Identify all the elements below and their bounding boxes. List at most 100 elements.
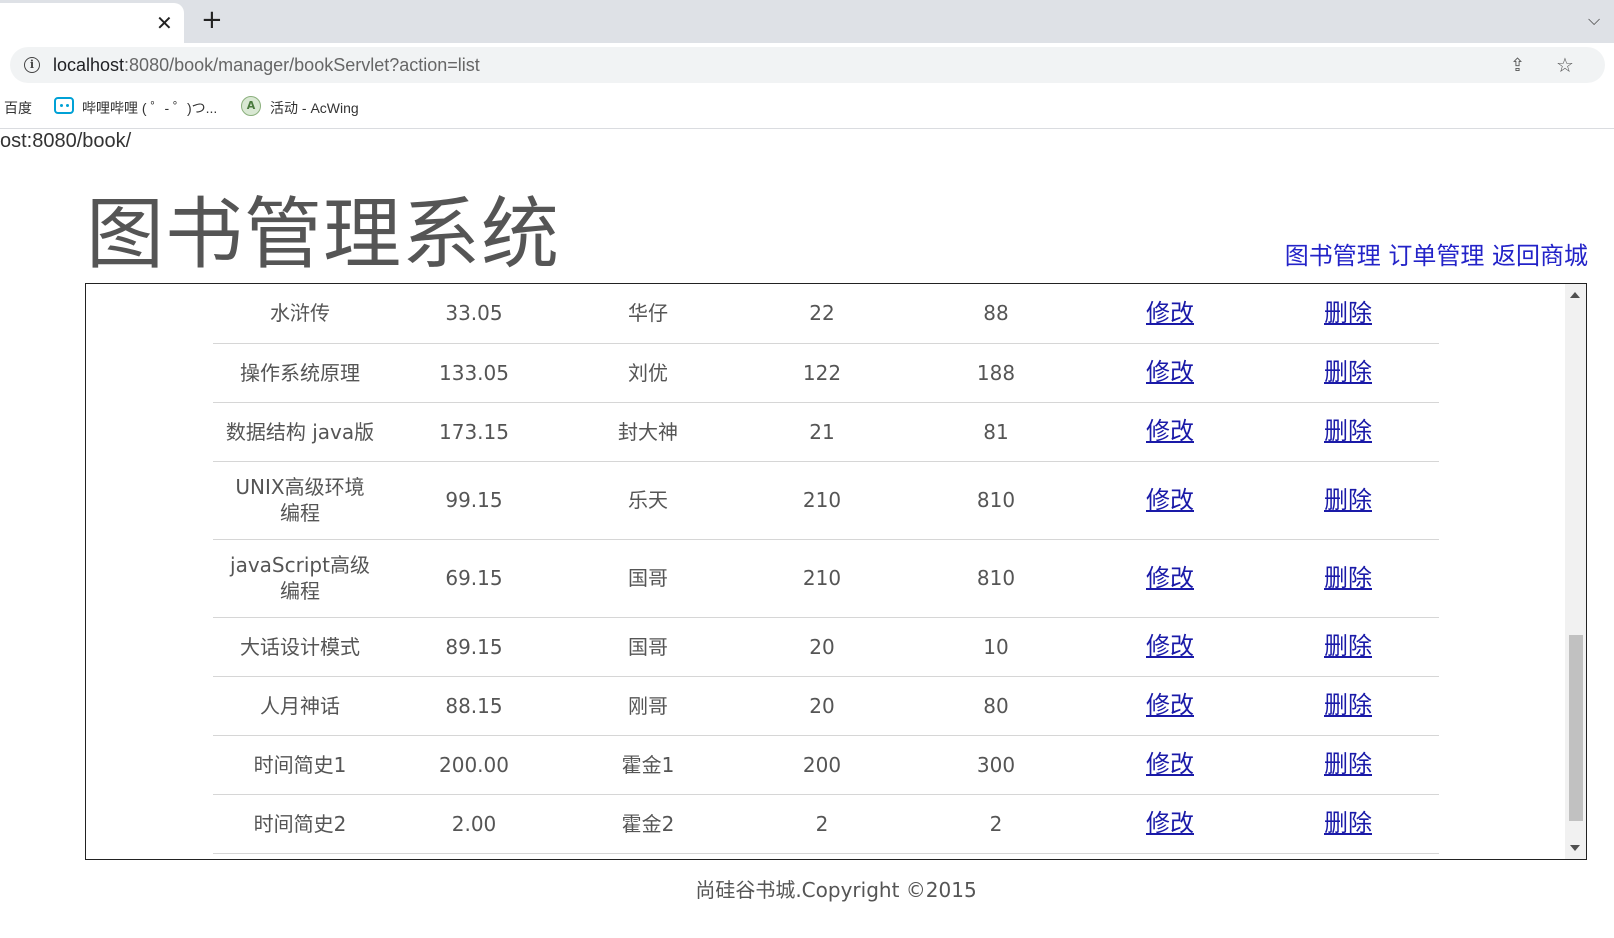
book-author-cell: 乐天 (561, 461, 735, 540)
delete-link[interactable]: 删除 (1324, 486, 1372, 514)
book-stock: 80 (983, 693, 1009, 718)
close-tab-icon[interactable]: ✕ (156, 12, 173, 34)
book-sales: 22 (809, 301, 835, 326)
edit-cell: 修改 (1083, 617, 1257, 677)
edit-link[interactable]: 修改 (1146, 417, 1194, 445)
book-author-cell: 霍金1 (561, 735, 735, 795)
book-sales: 20 (809, 634, 835, 659)
book-author: 封大神 (618, 419, 678, 444)
bilibili-icon (54, 97, 74, 114)
table-row: 操作系统原理 133.05 刘优 122 188 修改 删除 (213, 343, 1439, 403)
edit-link[interactable]: 修改 (1146, 486, 1194, 514)
delete-link[interactable]: 删除 (1324, 632, 1372, 660)
site-info-icon[interactable]: i (24, 57, 40, 73)
scroll-down-icon[interactable] (1570, 845, 1580, 851)
book-author-cell: 华仔 (561, 284, 735, 344)
bookmark-acwing[interactable]: 活动 - AcWing (270, 98, 359, 118)
delete-link[interactable]: 删除 (1324, 691, 1372, 719)
edit-cell: 修改 (1083, 794, 1257, 854)
table-row: 时间简史2 2.00 霍金2 2 2 修改 删除 (213, 794, 1439, 854)
book-name-cell: 大话设计模式 (213, 617, 387, 677)
book-stock-cell: 88 (909, 284, 1083, 344)
tab-strip: ✕ + ⌵ (0, 0, 1614, 43)
new-tab-icon[interactable]: + (201, 7, 223, 33)
book-stock: 810 (976, 488, 1016, 512)
book-author: 国哥 (628, 566, 668, 590)
delete-cell: 删除 (1257, 617, 1439, 677)
edit-link[interactable]: 修改 (1146, 632, 1194, 660)
book-author-cell: 刚哥 (561, 676, 735, 736)
table-row: 人月神话 88.15 刚哥 20 80 修改 删除 (213, 676, 1439, 736)
bookmark-star-icon[interactable]: ☆ (1556, 53, 1574, 77)
bookmark-baidu[interactable]: 百度 (4, 98, 32, 118)
table-scrollbar[interactable] (1565, 284, 1586, 859)
book-stock: 300 (976, 752, 1016, 777)
top-nav: 图书管理 订单管理 返回商城 (1285, 236, 1588, 271)
book-sales-cell: 210 (735, 461, 909, 540)
edit-link[interactable]: 修改 (1146, 750, 1194, 778)
edit-cell: 修改 (1083, 676, 1257, 736)
edit-link[interactable]: 修改 (1146, 809, 1194, 837)
book-sales: 210 (802, 488, 842, 512)
share-icon[interactable]: ⇪ (1510, 55, 1525, 76)
book-name-cell: 时间简史1 (213, 735, 387, 795)
book-table: 水浒传 33.05 华仔 22 88 修改 删除 操作系统原理 133.05 刘… (213, 284, 1439, 854)
edit-cell: 修改 (1083, 461, 1257, 540)
book-author: 刚哥 (628, 693, 668, 718)
edit-link[interactable]: 修改 (1146, 564, 1194, 592)
table-row: UNIX高级环境编程 99.15 乐天 210 810 修改 删除 (213, 461, 1439, 540)
book-stock: 88 (983, 301, 1009, 326)
nav-order-manage[interactable]: 订单管理 (1388, 242, 1484, 270)
url-text[interactable]: localhost:8080/book/manager/bookServlet?… (53, 55, 480, 76)
delete-link[interactable]: 删除 (1324, 358, 1372, 386)
edit-cell: 修改 (1083, 284, 1257, 344)
book-price-cell: 173.15 (387, 402, 561, 462)
edit-link[interactable]: 修改 (1146, 358, 1194, 386)
tab-search-chevron-icon[interactable]: ⌵ (1588, 10, 1600, 30)
book-price-cell: 33.05 (387, 284, 561, 344)
book-sales-cell: 210 (735, 539, 909, 618)
book-stock-cell: 188 (909, 343, 1083, 403)
book-price: 133.05 (439, 360, 509, 385)
nav-book-manage[interactable]: 图书管理 (1285, 242, 1381, 270)
nav-back-to-store[interactable]: 返回商城 (1492, 242, 1588, 270)
address-bar[interactable]: i localhost:8080/book/manager/bookServle… (10, 47, 1605, 83)
delete-cell: 删除 (1257, 539, 1439, 618)
book-price: 200.00 (439, 752, 509, 777)
delete-cell: 删除 (1257, 794, 1439, 854)
book-price: 69.15 (445, 566, 503, 590)
delete-cell: 删除 (1257, 461, 1439, 540)
book-price-cell: 69.15 (387, 539, 561, 618)
active-tab[interactable]: ✕ (0, 3, 184, 43)
acwing-icon: A (241, 96, 261, 116)
delete-link[interactable]: 删除 (1324, 750, 1372, 778)
page-footer: 尚硅谷书城.Copyright ©2015 (695, 878, 977, 902)
book-name: 时间简史1 (253, 752, 347, 777)
delete-link[interactable]: 删除 (1324, 564, 1372, 592)
book-stock-cell: 80 (909, 676, 1083, 736)
book-price: 89.15 (445, 634, 503, 659)
browser-toolbar: i localhost:8080/book/manager/bookServle… (0, 43, 1614, 86)
book-sales: 200 (802, 752, 842, 777)
book-name-cell: 操作系统原理 (213, 343, 387, 403)
edit-link[interactable]: 修改 (1146, 299, 1194, 327)
book-author: 华仔 (628, 301, 668, 326)
delete-cell: 删除 (1257, 402, 1439, 462)
book-author: 霍金1 (621, 752, 675, 777)
delete-link[interactable]: 删除 (1324, 299, 1372, 327)
book-author: 乐天 (628, 488, 668, 512)
book-name: 大话设计模式 (240, 634, 360, 659)
book-name-cell: UNIX高级环境编程 (213, 461, 387, 540)
book-sales: 210 (802, 566, 842, 590)
book-price: 33.05 (445, 301, 503, 326)
book-table-viewport: 水浒传 33.05 华仔 22 88 修改 删除 操作系统原理 133.05 刘… (86, 284, 1566, 859)
scrollbar-thumb[interactable] (1569, 635, 1583, 821)
book-price-cell: 200.00 (387, 735, 561, 795)
delete-link[interactable]: 删除 (1324, 417, 1372, 445)
book-price: 88.15 (445, 693, 503, 718)
delete-link[interactable]: 删除 (1324, 809, 1372, 837)
bookmark-bilibili[interactable]: 哔哩哔哩 ( ゜- ゜)つ... (82, 98, 217, 118)
book-list-frame: 水浒传 33.05 华仔 22 88 修改 删除 操作系统原理 133.05 刘… (85, 283, 1587, 860)
scroll-up-icon[interactable] (1570, 292, 1580, 298)
edit-link[interactable]: 修改 (1146, 691, 1194, 719)
